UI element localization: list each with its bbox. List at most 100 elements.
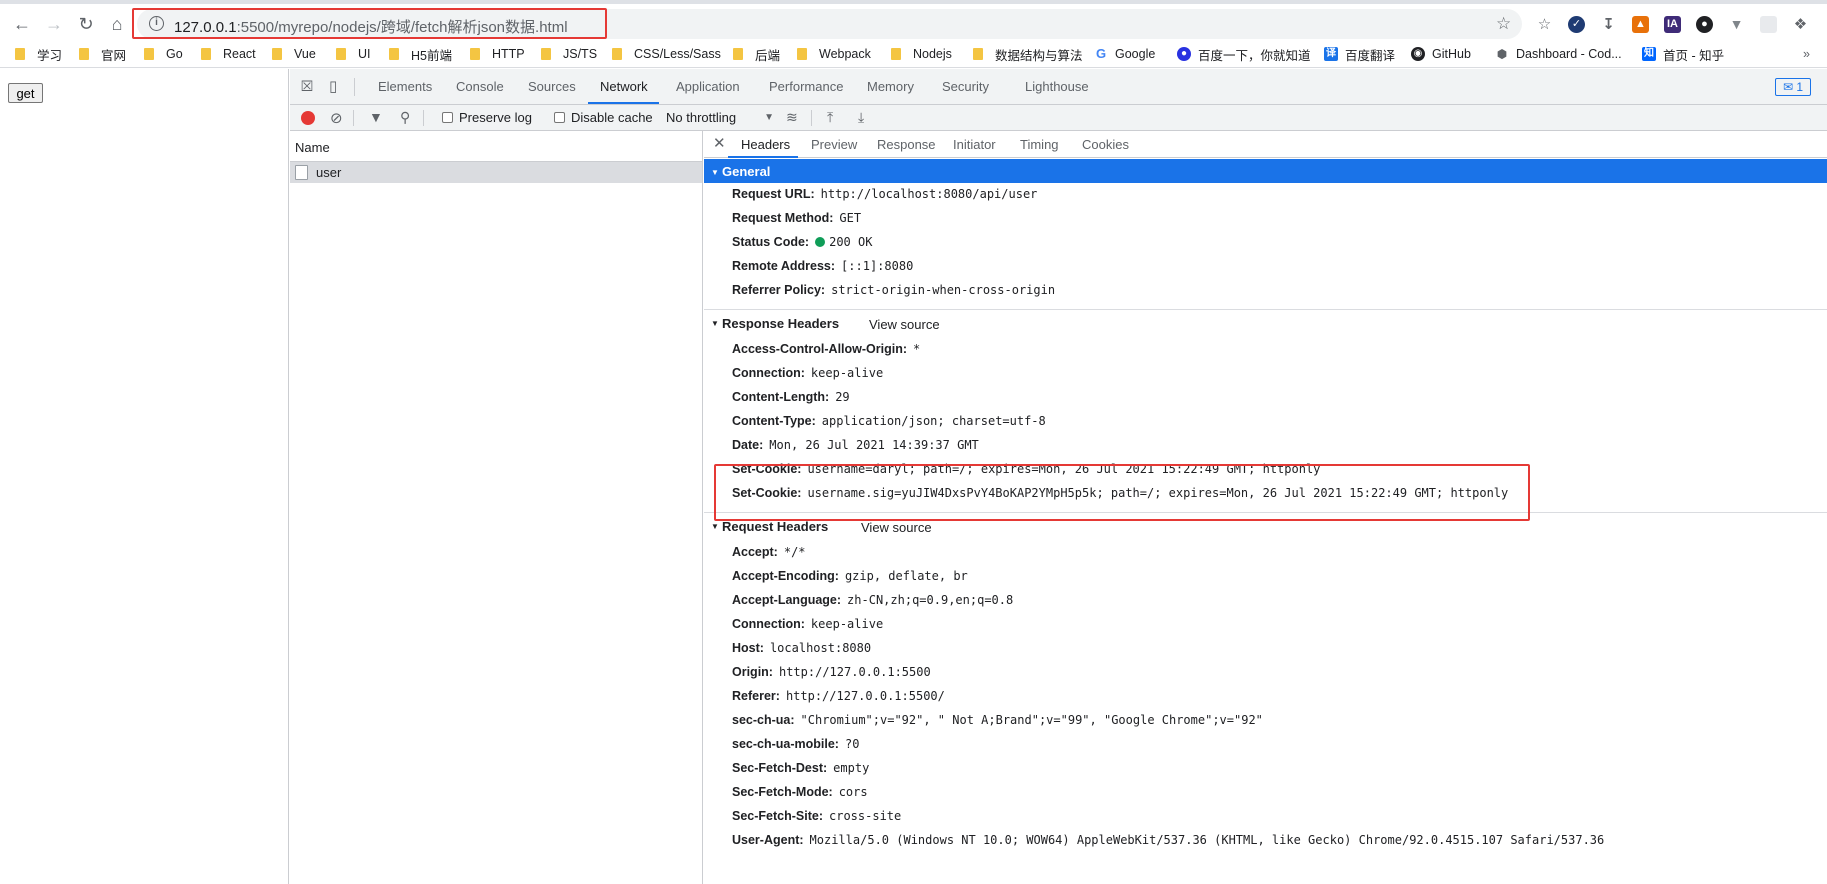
header-row: Host: localhost:8080	[732, 641, 872, 655]
bookmark-baidu[interactable]: ● 百度一下，你就知道	[1177, 45, 1311, 63]
google-icon: G	[1094, 46, 1108, 61]
bookmark-folder[interactable]: JS/TS	[541, 45, 597, 63]
record-icon[interactable]	[301, 111, 315, 125]
throttling-select[interactable]: No throttling ▼	[666, 110, 774, 125]
bookmark-folder[interactable]: Go	[144, 45, 183, 63]
home-icon[interactable]: ⌂	[103, 10, 131, 38]
extension-grey-icon[interactable]	[1760, 16, 1777, 33]
tab-sources[interactable]: Sources	[528, 79, 576, 94]
name-column-header[interactable]: Name	[290, 131, 702, 162]
response-headers-section-header[interactable]: ▼ Response Headers View source	[704, 310, 1827, 338]
tab-timing[interactable]: Timing	[1020, 137, 1059, 152]
reload-icon[interactable]: ↻	[72, 10, 100, 38]
tab-memory[interactable]: Memory	[867, 79, 914, 94]
tab-console[interactable]: Console	[456, 79, 504, 94]
tab-headers[interactable]: Headers	[741, 137, 790, 152]
more-bookmarks-icon[interactable]: »	[1803, 45, 1810, 63]
header-row: Referrer Policy: strict-origin-when-cross…	[732, 283, 1056, 297]
tab-lighthouse[interactable]: Lighthouse	[1025, 79, 1089, 94]
view-source-link[interactable]: View source	[869, 317, 940, 332]
bookmark-folder[interactable]: CSS/Less/Sass	[612, 45, 721, 63]
set-cookie-row: Set-Cookie: username=daryl; path=/; expir…	[732, 462, 1321, 476]
bookmark-dashboard[interactable]: ⬢ Dashboard - Cod...	[1495, 45, 1622, 63]
baidu-icon: ●	[1177, 47, 1191, 61]
request-row[interactable]: user	[290, 162, 702, 183]
preserve-log-checkbox[interactable]: Preserve log	[442, 110, 532, 125]
bookmarks-bar: 学习 官网 Go React Vue UI H5前端 HTTP JS/TS CS…	[0, 40, 1827, 68]
tab-application[interactable]: Application	[676, 79, 740, 94]
tab-preview[interactable]: Preview	[811, 137, 857, 152]
search-icon[interactable]: ⚲	[400, 109, 410, 126]
bookmark-baidu-translate[interactable]: 译百度翻译	[1324, 45, 1395, 63]
bookmark-folder[interactable]: 官网	[79, 45, 126, 63]
vue-devtools-icon[interactable]: ▼	[1728, 16, 1745, 33]
divider	[353, 110, 354, 126]
inspect-element-icon[interactable]: ⮽	[301, 78, 313, 95]
checkbox[interactable]	[554, 112, 565, 123]
bookmark-star-icon[interactable]: ☆	[1496, 14, 1511, 34]
tab-performance[interactable]: Performance	[769, 79, 843, 94]
cube-icon: ⬢	[1495, 47, 1509, 61]
forward-icon[interactable]: →	[40, 10, 68, 38]
devtools-tabbar: ⮽ ▯ Elements Console Sources Network App…	[290, 69, 1827, 105]
tab-elements[interactable]: Elements	[378, 79, 432, 94]
tab-initiator[interactable]: Initiator	[953, 137, 996, 152]
extension-orange-icon[interactable]: ▲	[1632, 16, 1649, 33]
bookmark-google[interactable]: G Google	[1094, 45, 1155, 63]
folder-icon	[891, 48, 901, 60]
network-conditions-icon[interactable]: ≋	[786, 109, 798, 126]
view-source-link[interactable]: View source	[861, 520, 932, 535]
tab-network[interactable]: Network	[600, 79, 648, 94]
request-list: Name user	[290, 131, 703, 884]
extension-check-icon[interactable]: ✓	[1568, 16, 1585, 33]
bookmark-folder[interactable]: React	[201, 45, 256, 63]
expand-triangle-icon: ▼	[711, 168, 719, 177]
extensions-puzzle-icon[interactable]: ❖	[1792, 16, 1809, 33]
bookmark-folder[interactable]: UI	[336, 45, 371, 63]
tab-response[interactable]: Response	[877, 137, 936, 152]
tab-cookies[interactable]: Cookies	[1082, 137, 1129, 152]
header-row: Connection: keep-alive	[732, 366, 884, 380]
request-headers-section-header[interactable]: ▼ Request Headers View source	[704, 513, 1827, 541]
header-row: Remote Address: [::1]:8080	[732, 259, 914, 273]
bookmark-folder[interactable]: Nodejs	[891, 45, 952, 63]
download-icon[interactable]: ↧	[1600, 16, 1617, 33]
header-row: Accept-Encoding: gzip, deflate, br	[732, 569, 968, 583]
folder-icon	[733, 48, 743, 60]
tab-security[interactable]: Security	[942, 79, 989, 94]
extension-dark-icon[interactable]: ●	[1696, 16, 1713, 33]
disable-cache-checkbox[interactable]: Disable cache	[554, 110, 653, 125]
bookmark-zhihu[interactable]: 知首页 - 知乎	[1642, 45, 1724, 63]
active-tab-indicator	[588, 102, 659, 104]
general-section-header[interactable]: ▼ General	[704, 159, 1827, 183]
get-button[interactable]: get	[8, 83, 43, 103]
expand-triangle-icon: ▼	[711, 319, 719, 328]
issues-badge[interactable]: ✉ 1	[1775, 78, 1811, 96]
bookmark-folder[interactable]: 学习	[15, 45, 62, 63]
set-cookie-row: Set-Cookie: username.sig=yuJIW4DxsPvY4BoK…	[732, 486, 1509, 500]
folder-icon	[79, 48, 89, 60]
divider	[423, 110, 424, 126]
device-toolbar-icon[interactable]: ▯	[329, 77, 337, 95]
bookmark-github[interactable]: ◉ GitHub	[1411, 45, 1471, 63]
header-row: Sec-Fetch-Mode: cors	[732, 785, 868, 799]
status-ok-icon	[815, 237, 826, 247]
bookmark-folder[interactable]: 数据结构与算法	[973, 45, 1083, 63]
back-icon[interactable]: ←	[8, 10, 36, 38]
clear-icon[interactable]: ⊘	[330, 109, 343, 127]
bookmark-folder[interactable]: 后端	[733, 45, 780, 63]
import-har-icon[interactable]: ⤒	[827, 109, 833, 126]
reading-list-icon[interactable]: ☆	[1536, 16, 1553, 33]
extension-ia-icon[interactable]: IA	[1664, 16, 1681, 33]
bookmark-folder[interactable]: HTTP	[470, 45, 525, 63]
header-row: Content-Type: application/json; charset=u…	[732, 414, 1046, 428]
export-har-icon[interactable]: ⤓	[858, 109, 864, 126]
bookmark-folder[interactable]: Webpack	[797, 45, 871, 63]
header-row: Status Code: 200 OK	[732, 235, 873, 249]
checkbox[interactable]	[442, 112, 453, 123]
filter-icon[interactable]: ▼	[369, 109, 383, 125]
bookmark-folder[interactable]: H5前端	[389, 45, 452, 63]
bookmark-folder[interactable]: Vue	[272, 45, 316, 63]
folder-icon	[797, 48, 807, 60]
close-icon[interactable]: ✕	[713, 134, 726, 152]
